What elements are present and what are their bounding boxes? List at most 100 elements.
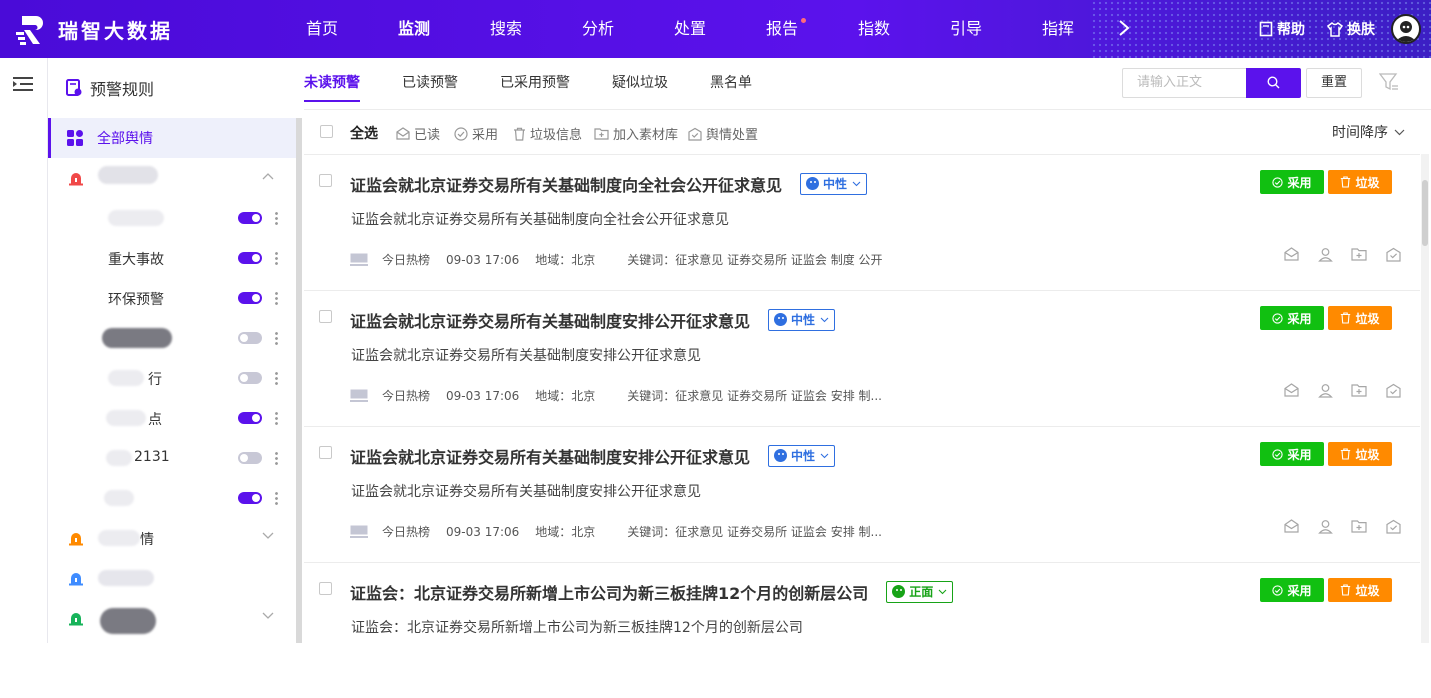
help-button[interactable]: 帮助 bbox=[1259, 19, 1305, 39]
tab-read[interactable]: 已读预警 bbox=[402, 58, 458, 110]
avatar[interactable] bbox=[1391, 14, 1421, 44]
skin-button[interactable]: 换肤 bbox=[1327, 19, 1375, 39]
select-all-checkbox[interactable] bbox=[320, 125, 333, 138]
nav-guide[interactable]: 引导 bbox=[920, 0, 1012, 58]
trash-button[interactable]: 垃圾 bbox=[1328, 578, 1392, 602]
more-vertical-icon[interactable] bbox=[275, 291, 278, 305]
dispose-action[interactable] bbox=[1376, 519, 1410, 537]
sidebar-scrollbar[interactable] bbox=[296, 118, 302, 643]
mark-read-action[interactable] bbox=[1274, 247, 1308, 265]
nav-search[interactable]: 搜索 bbox=[460, 0, 552, 58]
tab-suspected-spam[interactable]: 疑似垃圾 bbox=[612, 58, 668, 110]
sidebar-rule-item[interactable]: 点 bbox=[48, 398, 296, 438]
rule-toggle[interactable] bbox=[238, 372, 262, 384]
nav-disposal[interactable]: 处置 bbox=[644, 0, 736, 58]
assign-user-action[interactable] bbox=[1308, 247, 1342, 265]
rule-toggle[interactable] bbox=[238, 492, 262, 504]
more-vertical-icon[interactable] bbox=[275, 371, 278, 385]
more-vertical-icon[interactable] bbox=[275, 491, 278, 505]
more-vertical-icon[interactable] bbox=[275, 411, 278, 425]
rule-toggle[interactable] bbox=[238, 452, 262, 464]
sentiment-dropdown[interactable]: 中性 bbox=[800, 172, 868, 195]
assign-user-action[interactable] bbox=[1308, 383, 1342, 401]
trash-button[interactable]: 垃圾 bbox=[1328, 442, 1392, 466]
rule-toggle[interactable] bbox=[238, 412, 262, 424]
adopt-button[interactable]: 采用 bbox=[1260, 306, 1324, 330]
adopt-button[interactable]: 采用 bbox=[1260, 578, 1324, 602]
sidebar-item-all[interactable]: 全部舆情 bbox=[48, 118, 296, 158]
article-source[interactable]: 今日热榜 bbox=[382, 251, 430, 268]
sentiment-dropdown[interactable]: 中性 bbox=[768, 444, 836, 467]
rule-toggle[interactable] bbox=[238, 332, 262, 344]
nav-index[interactable]: 指数 bbox=[828, 0, 920, 58]
rule-toggle[interactable] bbox=[238, 292, 262, 304]
sort-dropdown[interactable]: 时间降序 bbox=[1332, 122, 1405, 142]
more-vertical-icon[interactable] bbox=[275, 211, 278, 225]
chevron-right-icon[interactable] bbox=[1117, 18, 1137, 40]
tab-unread[interactable]: 未读预警 bbox=[304, 58, 360, 110]
article-checkbox[interactable] bbox=[319, 446, 332, 459]
more-vertical-icon[interactable] bbox=[275, 451, 278, 465]
adopt-button[interactable]: 采用 bbox=[1260, 170, 1324, 194]
add-folder-action[interactable] bbox=[1342, 383, 1376, 401]
spam-action-button[interactable]: 垃圾信息 bbox=[513, 124, 582, 143]
chevron-down-icon[interactable] bbox=[262, 612, 274, 620]
article-title[interactable]: 证监会就北京证券交易所有关基础制度向全社会公开征求意见 中性 bbox=[350, 172, 868, 196]
tab-blacklist[interactable]: 黑名单 bbox=[710, 58, 752, 110]
nav-report[interactable]: 报告 bbox=[736, 0, 828, 58]
article-card[interactable]: 证监会就北京证券交易所有关基础制度向全社会公开征求意见 中性 证监会就北京证券交易… bbox=[304, 154, 1420, 290]
tab-adopted[interactable]: 已采用预警 bbox=[500, 58, 570, 110]
more-vertical-icon[interactable] bbox=[275, 331, 278, 345]
article-checkbox[interactable] bbox=[319, 310, 332, 323]
sidebar-rule-item[interactable]: 环保预警 bbox=[48, 278, 296, 318]
sentiment-dropdown[interactable]: 中性 bbox=[768, 308, 836, 331]
scrollbar-thumb[interactable] bbox=[1422, 180, 1428, 246]
adopt-action-button[interactable]: 采用 bbox=[454, 124, 498, 143]
sidebar-rule-item[interactable] bbox=[48, 478, 296, 518]
adopt-button[interactable]: 采用 bbox=[1260, 442, 1324, 466]
article-card[interactable]: 证监会：北京证券交易所新增上市公司为新三板挂牌12个月的创新层公司 正面 证监会：… bbox=[304, 562, 1420, 698]
dispose-action[interactable] bbox=[1376, 383, 1410, 401]
filter-icon[interactable] bbox=[1378, 72, 1399, 96]
dispose-action[interactable] bbox=[1376, 247, 1410, 265]
list-scrollbar[interactable] bbox=[1421, 154, 1429, 643]
sidebar-rule-item[interactable]: 行 bbox=[48, 358, 296, 398]
search-button[interactable] bbox=[1246, 68, 1301, 98]
sidebar-group-3[interactable] bbox=[48, 558, 296, 598]
trash-button[interactable]: 垃圾 bbox=[1328, 170, 1392, 194]
add-folder-action[interactable] bbox=[1342, 247, 1376, 265]
add-material-button[interactable]: 加入素材库 bbox=[594, 124, 678, 143]
brand-logo[interactable]: 瑞智大数据 bbox=[16, 12, 173, 46]
nav-command[interactable]: 指挥 bbox=[1012, 0, 1104, 58]
mark-read-action[interactable] bbox=[1274, 519, 1308, 537]
sidebar-rule-item[interactable]: 2131 bbox=[48, 438, 296, 478]
mark-read-button[interactable]: 已读 bbox=[396, 124, 440, 143]
nav-analysis[interactable]: 分析 bbox=[552, 0, 644, 58]
nav-monitor[interactable]: 监测 bbox=[368, 0, 460, 58]
trash-button[interactable]: 垃圾 bbox=[1328, 306, 1392, 330]
article-source[interactable]: 今日热榜 bbox=[382, 387, 430, 404]
sidebar-rule-item[interactable] bbox=[48, 318, 296, 358]
article-checkbox[interactable] bbox=[319, 174, 332, 187]
sidebar-group-4[interactable] bbox=[48, 598, 296, 638]
sidebar-group-2[interactable]: 情 bbox=[48, 518, 296, 558]
rule-toggle[interactable] bbox=[238, 212, 262, 224]
article-card[interactable]: 证监会就北京证券交易所有关基础制度安排公开征求意见 中性 证监会就北京证券交易所有… bbox=[304, 290, 1420, 426]
add-folder-action[interactable] bbox=[1342, 519, 1376, 537]
article-card[interactable]: 证监会就北京证券交易所有关基础制度安排公开征求意见 中性 证监会就北京证券交易所有… bbox=[304, 426, 1420, 562]
article-title[interactable]: 证监会就北京证券交易所有关基础制度安排公开征求意见 中性 bbox=[350, 444, 836, 468]
article-title[interactable]: 证监会就北京证券交易所有关基础制度安排公开征求意见 中性 bbox=[350, 308, 836, 332]
sidebar-rule-item[interactable]: 重大事故 bbox=[48, 238, 296, 278]
search-input[interactable]: 请输入正文 bbox=[1122, 68, 1246, 98]
sentiment-dropdown[interactable]: 正面 bbox=[886, 580, 954, 603]
more-vertical-icon[interactable] bbox=[275, 251, 278, 265]
mark-read-action[interactable] bbox=[1274, 383, 1308, 401]
nav-home[interactable]: 首页 bbox=[276, 0, 368, 58]
sidebar-rule-item[interactable] bbox=[48, 198, 296, 238]
menu-collapse-icon[interactable] bbox=[13, 76, 33, 96]
sidebar-group-1[interactable] bbox=[48, 158, 296, 198]
dispose-action-button[interactable]: 舆情处置 bbox=[688, 124, 758, 143]
chevron-down-icon[interactable] bbox=[262, 532, 274, 540]
assign-user-action[interactable] bbox=[1308, 519, 1342, 537]
select-all-label[interactable]: 全选 bbox=[350, 123, 378, 143]
